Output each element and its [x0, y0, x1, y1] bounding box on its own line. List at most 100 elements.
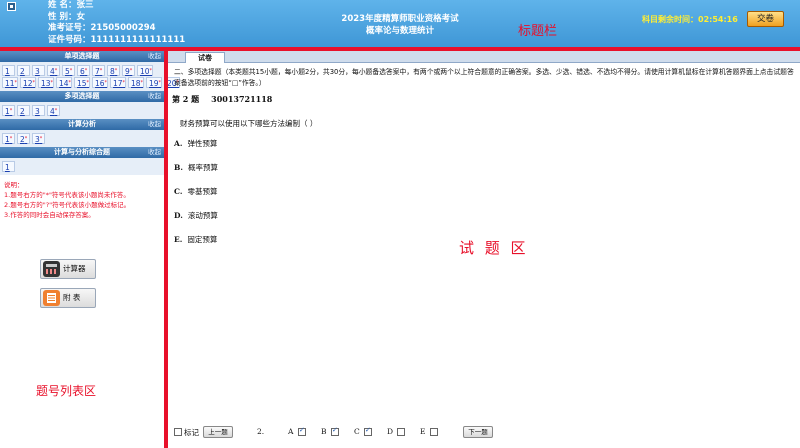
- submit-button[interactable]: 交卷: [747, 11, 784, 27]
- question-link[interactable]: 12*: [20, 77, 36, 88]
- section-instructions: 二、多项选择题（本类题共15小题，每小题2分，共30分，每小题备选答案中，有两个…: [174, 68, 794, 87]
- section-title: 多项选择题: [64, 92, 100, 100]
- note-line: 2.题号右方的"?"符号代表该小题做过标记。: [4, 201, 131, 209]
- collapse-toggle[interactable]: 收起: [148, 91, 161, 102]
- mark-checkbox[interactable]: [174, 428, 182, 436]
- question-link[interactable]: 7*: [92, 65, 105, 76]
- title-bar: 姓 名：张三 性 别：女 准考证号：21505000294 证件号码：11111…: [0, 0, 800, 47]
- question-link[interactable]: 16*: [92, 77, 108, 88]
- unanswered-mark: *: [50, 80, 54, 86]
- answer-checkbox[interactable]: [331, 426, 339, 436]
- question-link[interactable]: 14*: [56, 77, 72, 88]
- answer-bar: 标记 上一题 2. A B C D E 下一题: [168, 424, 800, 441]
- candidate-info: 姓 名：张三 性 别：女 准考证号：21505000294 证件号码：11111…: [48, 0, 185, 46]
- question-link[interactable]: 1*: [2, 105, 15, 116]
- answer-checkbox[interactable]: [298, 426, 306, 436]
- answer-checkbox[interactable]: [397, 428, 405, 436]
- question-link[interactable]: 2: [17, 65, 30, 76]
- unanswered-mark: *: [129, 68, 133, 74]
- question-link-number: 19: [149, 79, 159, 88]
- question-link-number: 12: [23, 79, 33, 88]
- section-title: 单项选择题: [64, 52, 100, 60]
- question-link-number: 10: [140, 67, 150, 76]
- question-link[interactable]: 19*: [146, 77, 162, 88]
- section-questions: 1: [0, 158, 164, 175]
- question-link[interactable]: 17*: [110, 77, 126, 88]
- unanswered-mark: *: [14, 80, 18, 86]
- question-link[interactable]: 3: [32, 105, 45, 116]
- answer-checkbox[interactable]: [430, 428, 438, 436]
- collapse-toggle[interactable]: 收起: [148, 119, 161, 130]
- question-link[interactable]: 5*: [62, 65, 75, 76]
- instructions: 说明： 1.题号右方的"*"符号代表该小题尚未作答。 2.题号右方的"?"符号代…: [0, 175, 164, 225]
- tab-paper[interactable]: 试卷: [185, 52, 225, 63]
- question-link[interactable]: 2*: [17, 133, 30, 144]
- answer-option: B. 概率预算: [174, 162, 218, 173]
- question-link[interactable]: 1*: [2, 133, 15, 144]
- admission-number: 21505000294: [90, 23, 156, 33]
- admission-label: 准考证号：: [48, 23, 91, 33]
- question-link[interactable]: 13*: [38, 77, 54, 88]
- question-link[interactable]: 6*: [77, 65, 90, 76]
- exam-subject: 概率论与数理统计: [365, 26, 434, 36]
- question-number: 第 2 题: [172, 94, 200, 104]
- collapse-toggle[interactable]: 收起: [148, 147, 161, 158]
- question-area: 试卷 二、多项选择题（本类题共15小题，每小题2分，共30分，每小题备选答案中，…: [168, 51, 800, 448]
- option-key: C.: [174, 187, 183, 196]
- question-link[interactable]: 18*: [128, 77, 144, 88]
- unanswered-mark: *: [9, 136, 13, 142]
- current-question-index: 2.: [257, 427, 265, 436]
- question-link[interactable]: 3*: [32, 133, 45, 144]
- option-key: E.: [174, 235, 183, 244]
- exam-title: 2023年度精算师职业资格考试 概率论与数理统计: [300, 13, 500, 37]
- option-key: A.: [174, 139, 183, 148]
- answer-key-label: A: [288, 427, 294, 436]
- question-link[interactable]: 3: [32, 65, 45, 76]
- option-text: 滚动预算: [187, 211, 218, 220]
- calculator-icon: [43, 261, 60, 277]
- timer-value: 02:54:16: [698, 15, 738, 24]
- question-link-number: 3: [35, 67, 40, 76]
- option-text: 零基预算: [187, 187, 218, 196]
- question-link[interactable]: 9*: [122, 65, 135, 76]
- section-title: 计算与分析综合题: [54, 148, 110, 156]
- answer-option: E. 固定预算: [174, 234, 217, 245]
- question-header: 第 2 题 30013721118: [172, 94, 272, 105]
- section-questions: 1 2 3 4* 5* 6* 7* 8* 9* 10* 11* 12* 13* 14* 15* 16* 17* 1…: [0, 62, 180, 91]
- question-link[interactable]: 4*: [47, 105, 60, 116]
- unanswered-mark: *: [122, 80, 126, 86]
- tab-bar: 试卷: [168, 51, 800, 63]
- question-link[interactable]: 1: [2, 161, 15, 172]
- question-link[interactable]: 4*: [47, 65, 60, 76]
- prev-question-button[interactable]: 上一题: [203, 426, 233, 438]
- question-link[interactable]: 2: [17, 105, 30, 116]
- unanswered-mark: *: [32, 80, 36, 86]
- unanswered-mark: *: [84, 68, 88, 74]
- id-label: 证件号码：: [48, 34, 91, 45]
- calculator-label: 计算器: [63, 264, 86, 273]
- collapse-toggle[interactable]: 收起: [148, 51, 161, 62]
- next-question-button[interactable]: 下一题: [463, 426, 493, 438]
- candidate-photo-icon: [7, 2, 16, 11]
- question-link[interactable]: 1: [2, 65, 15, 76]
- note-line: 3.作答的同时会自动保存答案。: [4, 211, 95, 219]
- question-area-annotation: 试 题 区: [459, 239, 529, 257]
- unanswered-mark: *: [140, 80, 144, 86]
- answer-key-label: B: [321, 427, 327, 436]
- question-row: 11* 12* 13* 14* 15* 16* 17* 18* 19* 20*: [2, 77, 180, 88]
- unanswered-mark: *: [24, 136, 28, 142]
- question-link[interactable]: 15*: [74, 77, 90, 88]
- calculator-button[interactable]: 计算器: [40, 259, 96, 279]
- appendix-table-button[interactable]: 附 表: [40, 288, 96, 308]
- unanswered-mark: *: [158, 80, 162, 86]
- answer-checkbox[interactable]: [364, 426, 372, 436]
- question-link-number: 1: [5, 67, 10, 76]
- unanswered-mark: *: [69, 68, 73, 74]
- name-label: 姓 名：: [48, 0, 77, 10]
- question-link[interactable]: 11*: [2, 77, 18, 88]
- question-link[interactable]: 10*: [137, 65, 153, 76]
- question-link-number: 17: [113, 79, 123, 88]
- question-link-number: 11: [5, 79, 15, 88]
- question-link[interactable]: 8*: [107, 65, 120, 76]
- title-bar-annotation: 标题栏: [518, 24, 558, 39]
